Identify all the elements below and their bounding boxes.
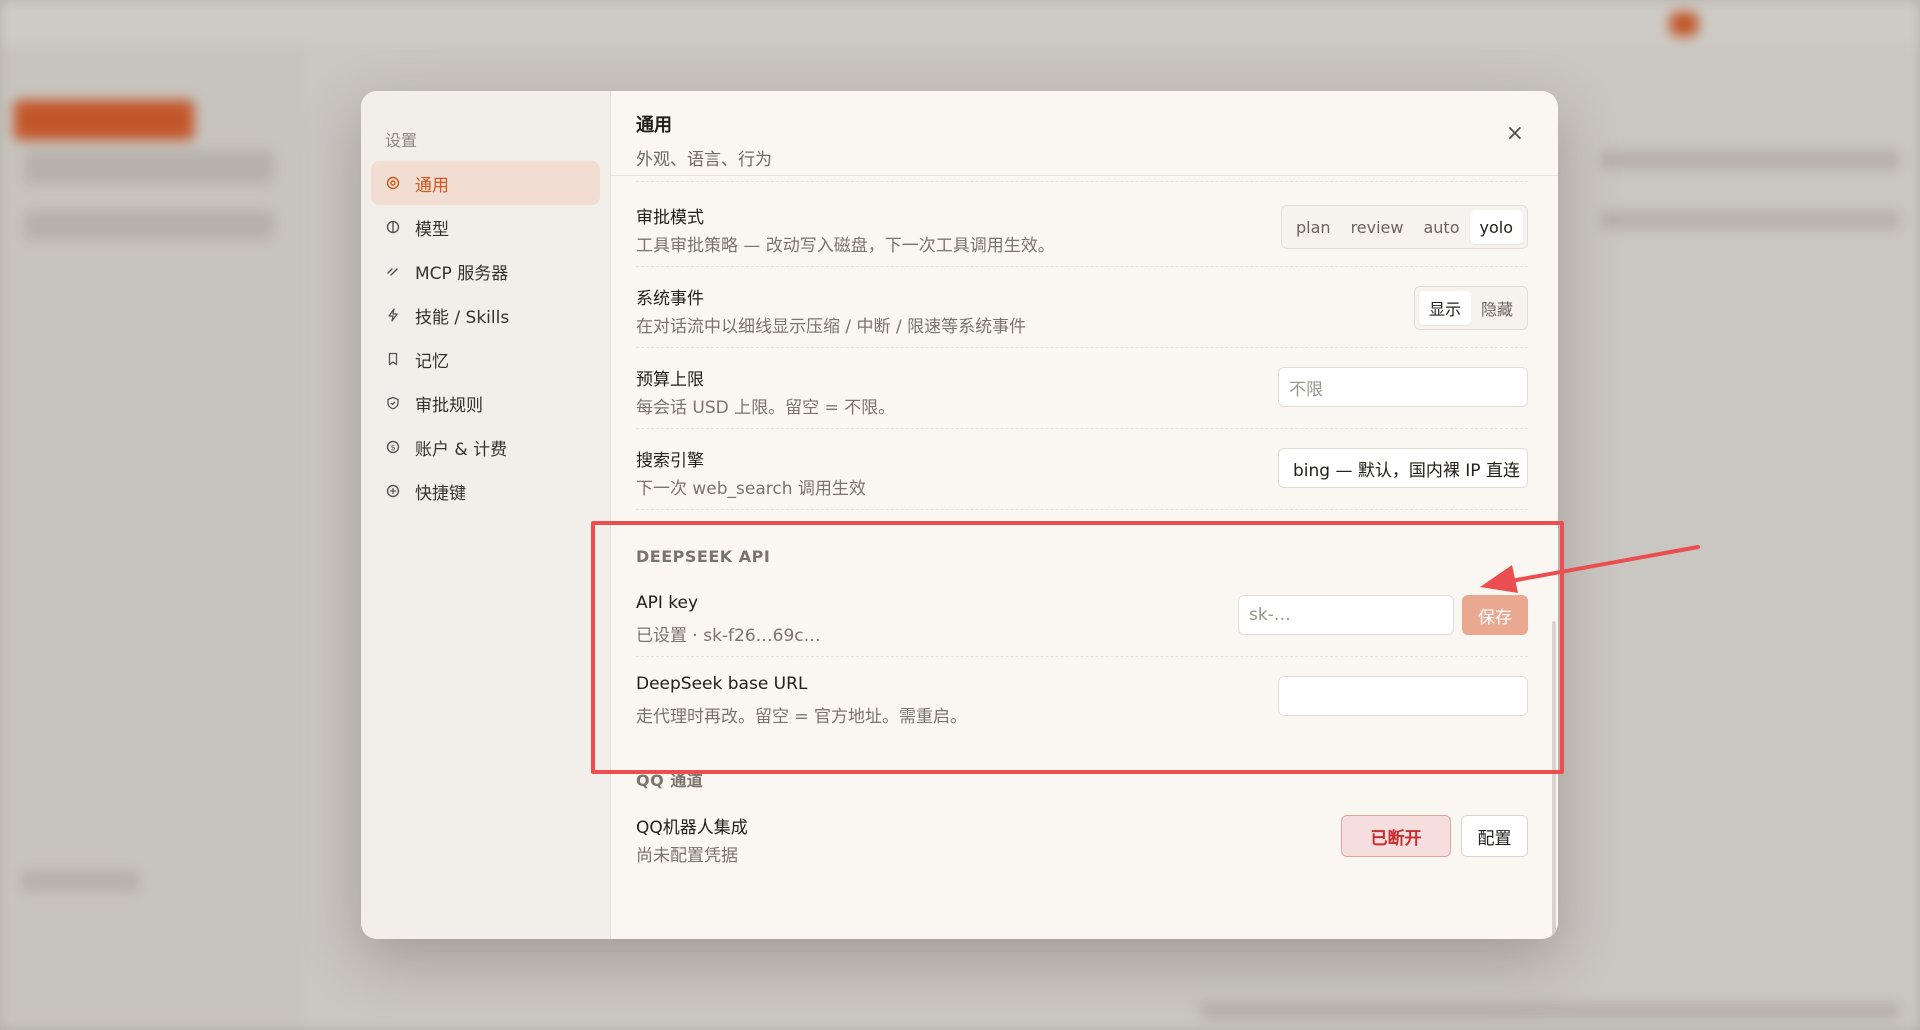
setting-approval-mode: 审批模式 工具审批策略 — 改动写入磁盘，下一次工具调用生效。 plan rev… <box>636 187 1528 267</box>
svg-text:$: $ <box>390 443 395 452</box>
sidebar-item-mcp[interactable]: MCP 服务器 <box>371 249 600 293</box>
setting-label: 审批模式 <box>636 208 704 228</box>
sidebar-item-approval-rules[interactable]: 审批规则 <box>371 381 600 425</box>
setting-label: 搜索引擎 <box>636 451 704 471</box>
model-icon <box>385 219 401 235</box>
configure-button[interactable]: 配置 <box>1461 815 1528 857</box>
shortcuts-icon <box>385 483 401 499</box>
sidebar-item-label: 账户 & 计费 <box>415 439 508 460</box>
sidebar-item-billing[interactable]: $ 账户 & 计费 <box>371 425 600 469</box>
system-events-option-hide[interactable]: 隐藏 <box>1471 291 1523 325</box>
search-engine-select[interactable]: bing — 默认，国内裸 IP 直连 ⌄ <box>1278 448 1528 488</box>
setting-system-events: 系统事件 在对话流中以细线显示压缩 / 中断 / 限速等系统事件 显示 隐藏 <box>636 268 1528 348</box>
sidebar-item-label: 模型 <box>415 219 449 240</box>
system-events-segmented-control: 显示 隐藏 <box>1413 286 1528 330</box>
sidebar-item-label: 技能 / Skills <box>415 307 510 328</box>
sidebar-item-label: 通用 <box>415 175 449 196</box>
sidebar-item-general[interactable]: 通用 <box>371 161 600 205</box>
setting-label: QQ机器人集成 <box>636 818 748 838</box>
settings-sidebar: 设置 通用 模型 MCP 服务器 技能 / Skills 记忆 审批规则 $ 账… <box>361 91 611 939</box>
panel-title: 通用 <box>636 115 672 136</box>
sidebar-item-shortcuts[interactable]: 快捷键 <box>371 469 600 513</box>
approval-mode-option-review[interactable]: review <box>1341 210 1414 244</box>
approval-mode-segmented-control: plan review auto yolo <box>1281 205 1528 249</box>
setting-description: 尚未配置凭据 <box>636 846 738 866</box>
annotation-highlight-box <box>591 521 1564 774</box>
settings-panel: 通用 外观、语言、行为 × 审批模式 工具审批策略 — 改动写入磁盘，下一次工具… <box>611 91 1558 939</box>
billing-icon: $ <box>385 439 401 455</box>
approval-rules-icon <box>385 395 401 411</box>
panel-subtitle: 外观、语言、行为 <box>636 150 772 170</box>
setting-description: 在对话流中以细线显示压缩 / 中断 / 限速等系统事件 <box>636 317 1027 337</box>
approval-mode-option-auto[interactable]: auto <box>1413 210 1469 244</box>
setting-label: 系统事件 <box>636 289 704 309</box>
sidebar-item-label: 快捷键 <box>415 483 466 504</box>
setting-qq-bot: QQ机器人集成 尚未配置凭据 已断开 配置 <box>636 797 1528 877</box>
setting-description: 每会话 USD 上限。留空 = 不限。 <box>636 398 896 418</box>
setting-budget-limit: 预算上限 每会话 USD 上限。留空 = 不限。 不限 <box>636 349 1528 429</box>
sidebar-item-label: 审批规则 <box>415 395 483 416</box>
setting-search-engine: 搜索引擎 下一次 web_search 调用生效 bing — 默认，国内裸 I… <box>636 430 1528 510</box>
general-icon <box>385 175 401 191</box>
settings-heading: 设置 <box>385 131 418 150</box>
sidebar-item-memory[interactable]: 记忆 <box>371 337 600 381</box>
annotation-arrow-icon <box>1480 545 1700 593</box>
qq-status-badge[interactable]: 已断开 <box>1341 815 1451 857</box>
search-engine-value: bing — 默认，国内裸 IP 直连 <box>1293 460 1520 481</box>
chevron-down-icon: ⌄ <box>1510 459 1521 473</box>
system-events-option-show[interactable]: 显示 <box>1418 291 1471 325</box>
skills-icon <box>385 307 401 323</box>
setting-description: 工具审批策略 — 改动写入磁盘，下一次工具调用生效。 <box>636 236 1055 256</box>
panel-header: 通用 外观、语言、行为 × <box>611 91 1558 176</box>
sidebar-item-model[interactable]: 模型 <box>371 205 600 249</box>
approval-mode-option-yolo[interactable]: yolo <box>1469 210 1523 244</box>
mcp-icon <box>385 263 401 279</box>
approval-mode-option-plan[interactable]: plan <box>1286 210 1341 244</box>
sidebar-item-skills[interactable]: 技能 / Skills <box>371 293 600 337</box>
memory-icon <box>385 351 401 367</box>
setting-description: 下一次 web_search 调用生效 <box>636 479 866 499</box>
setting-label: 预算上限 <box>636 370 704 390</box>
sidebar-item-label: 记忆 <box>415 351 449 372</box>
close-icon[interactable]: × <box>1506 121 1524 146</box>
sidebar-item-label: MCP 服务器 <box>415 263 509 284</box>
settings-dialog: 设置 通用 模型 MCP 服务器 技能 / Skills 记忆 审批规则 $ 账… <box>361 91 1558 939</box>
budget-limit-input[interactable]: 不限 <box>1278 367 1528 407</box>
